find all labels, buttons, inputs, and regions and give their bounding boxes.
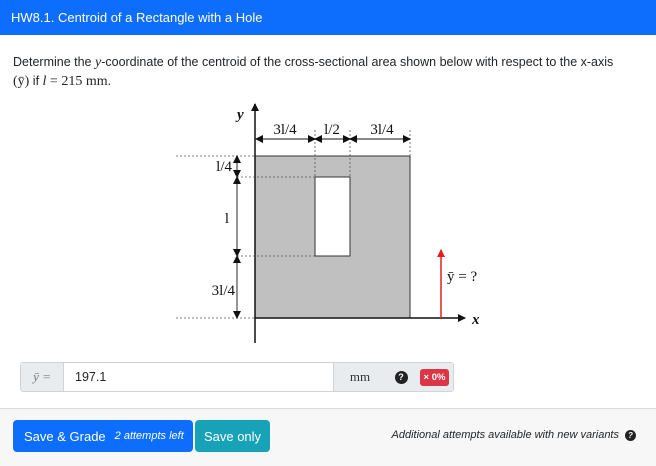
ybar-label: ȳ = ? xyxy=(447,269,477,285)
save-only-label: Save only xyxy=(203,428,262,444)
save-grade-button[interactable]: Save & Grade 2 attempts left xyxy=(13,420,193,452)
prompt-text: -coordinate of the centroid of the cross… xyxy=(101,55,614,69)
dim-label-left-bottom: 3l/4 xyxy=(212,283,236,299)
save-grade-label: Save & Grade xyxy=(24,428,106,444)
dim-label-top-left: 3l/4 xyxy=(273,122,297,138)
hole xyxy=(314,176,351,257)
question-title-bar: HW8.1. Centroid of a Rectangle with a Ho… xyxy=(0,0,656,35)
dim-label-left-top: l/4 xyxy=(216,159,232,175)
question-footer: Save & Grade 2 attempts left Save only A… xyxy=(0,408,656,466)
attempts-note-text: Additional attempts available with new v… xyxy=(391,429,619,441)
answer-score-cell: × 0% xyxy=(416,363,453,391)
y-axis-label: y xyxy=(235,107,244,123)
answer-input-group: ȳ = mm ? × 0% xyxy=(20,362,454,392)
prompt-text: . xyxy=(107,74,112,88)
attempts-note: Additional attempts available with new v… xyxy=(392,429,636,441)
answer-help-button[interactable]: ? xyxy=(386,363,416,391)
prompt-l-value: = 215 mm xyxy=(46,74,108,89)
dim-label-top-right: 3l/4 xyxy=(370,122,394,138)
answer-label: ȳ = xyxy=(21,363,64,391)
answer-input[interactable] xyxy=(64,363,333,391)
answer-unit: mm xyxy=(333,363,386,391)
question-circle-icon: ? xyxy=(394,370,408,384)
dim-label-top-mid: l/2 xyxy=(324,122,340,138)
score-badge: × 0% xyxy=(419,368,450,386)
cross-section-figure: y x 3l/4 l/2 3l/4 l/4 l 3l/4 ȳ = ? xyxy=(176,103,480,343)
save-only-button[interactable]: Save only xyxy=(195,420,270,452)
question-title: HW8.1. Centroid of a Rectangle with a Ho… xyxy=(11,10,263,25)
question-circle-icon[interactable]: ? xyxy=(625,429,636,441)
question-prompt: Determine the y-coordinate of the centro… xyxy=(13,53,643,91)
x-axis-label: x xyxy=(471,312,480,328)
attempts-left-label: 2 attempts left xyxy=(114,430,184,442)
prompt-text: if xyxy=(29,74,43,88)
dim-label-left-mid: l xyxy=(225,211,229,227)
prompt-ybar: (ȳ) xyxy=(13,74,30,89)
prompt-text: Determine the xyxy=(13,55,95,69)
